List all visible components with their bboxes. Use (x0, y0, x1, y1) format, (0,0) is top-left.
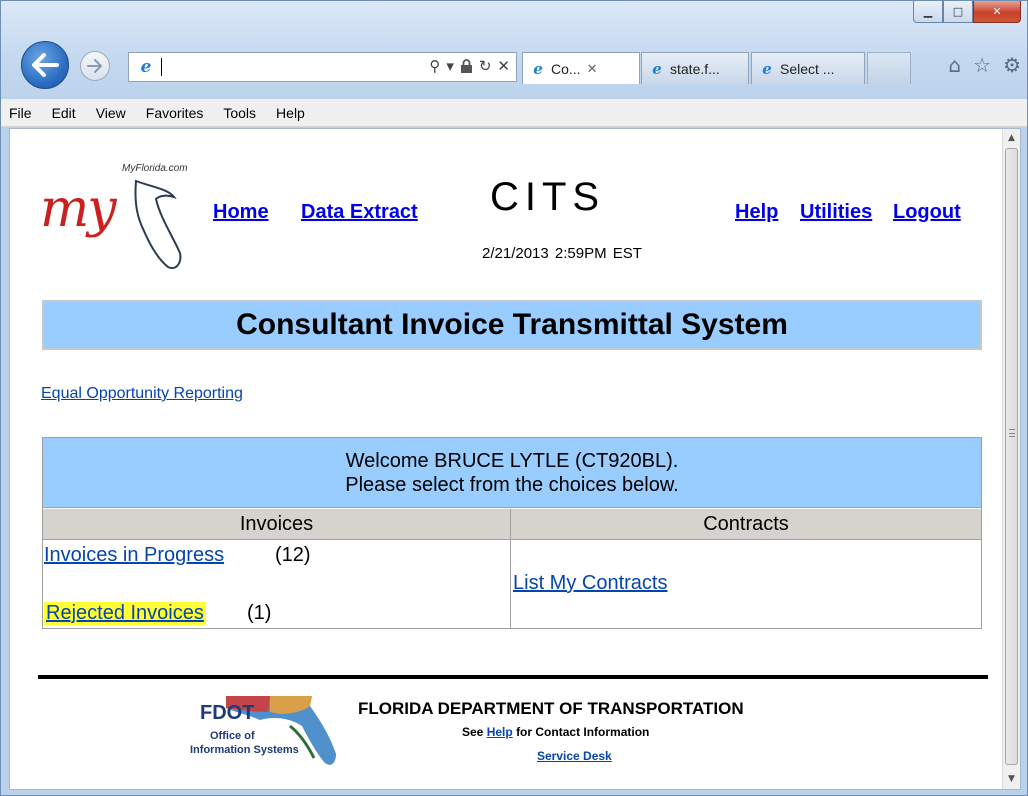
new-tab-button[interactable] (867, 52, 911, 84)
myflorida-logo[interactable]: MyFlorida.com my (40, 159, 190, 277)
lock-icon[interactable] (460, 59, 473, 73)
fdot-logo-line2: Information Systems (190, 744, 299, 756)
page-viewport: MyFlorida.com my Home Data Extract CITS … (9, 128, 1021, 790)
title-bar: ▁ □ ✕ e ⚲ ▾ ↻ ✕ e Co... ✕ e state.f... e… (1, 1, 1027, 99)
fdot-logo[interactable]: FDOT Office of Information Systems (190, 692, 342, 770)
back-button[interactable] (21, 41, 69, 89)
favorites-star-icon[interactable]: ☆ (973, 53, 991, 77)
minimize-button[interactable]: ▁ (913, 1, 943, 23)
welcome-text: Welcome BRUCE LYTLE (CT920BL). (345, 449, 679, 472)
menu-tools[interactable]: Tools (223, 105, 256, 121)
ie-tab-icon: e (652, 59, 662, 78)
tab-select[interactable]: e Select ... (751, 52, 865, 84)
footer-divider (38, 675, 988, 679)
see-prefix: See (462, 725, 484, 739)
cits-page: MyFlorida.com my Home Data Extract CITS … (10, 129, 1004, 789)
back-arrow-icon (32, 53, 59, 77)
service-desk-link[interactable]: Service Desk (537, 749, 612, 763)
vertical-scrollbar[interactable]: ▲ ▼ (1002, 129, 1020, 789)
settings-gear-icon[interactable]: ⚙ (1003, 53, 1021, 77)
current-datetime: 2/21/2013 2:59PM EST (482, 245, 642, 262)
scroll-up-icon[interactable]: ▲ (1003, 129, 1020, 146)
app-title: CITS (490, 175, 606, 219)
ie-tab-icon: e (762, 59, 772, 78)
logo-text: my (40, 179, 117, 239)
invoices-in-progress-count: (12) (275, 544, 311, 566)
equal-opportunity-link[interactable]: Equal Opportunity Reporting (41, 385, 243, 403)
contact-info: See Help for Contact Information (462, 725, 649, 739)
logout-link[interactable]: Logout (893, 201, 961, 224)
forward-button[interactable] (80, 51, 110, 81)
address-bar[interactable]: e ⚲ ▾ ↻ ✕ (128, 52, 517, 82)
menu-favorites[interactable]: Favorites (146, 105, 204, 121)
column-divider (510, 509, 511, 628)
instructions-text: Please select from the choices below. (345, 473, 679, 496)
tab-label: Select ... (780, 60, 835, 77)
fdot-logo-line1: Office of (210, 730, 255, 742)
utilities-link[interactable]: Utilities (800, 201, 872, 224)
rejected-invoices-link[interactable]: Rejected Invoices (44, 602, 206, 625)
tab-state[interactable]: e state.f... (641, 52, 749, 84)
invoices-header: Invoices (43, 509, 510, 540)
menu-view[interactable]: View (96, 105, 126, 121)
fdot-logo-text: FDOT (200, 702, 255, 724)
ie-page-icon: e (140, 57, 152, 77)
search-icon[interactable]: ⚲ (429, 57, 440, 75)
forward-arrow-icon (87, 59, 103, 73)
contracts-header: Contracts (511, 509, 981, 540)
footer-help-link[interactable]: Help (487, 725, 513, 739)
page-banner: Consultant Invoice Transmittal System (42, 300, 982, 350)
tab-label: Co... (551, 60, 581, 77)
see-suffix: for Contact Information (516, 725, 650, 739)
menu-bar: File Edit View Favorites Tools Help (1, 99, 1027, 127)
menu-file[interactable]: File (9, 105, 32, 121)
address-tools: ⚲ ▾ ↻ ✕ (429, 57, 510, 75)
dropdown-icon[interactable]: ▾ (446, 57, 454, 75)
stop-icon[interactable]: ✕ (497, 57, 510, 75)
menu-help[interactable]: Help (276, 105, 305, 121)
home-link[interactable]: Home (213, 201, 269, 224)
tab-close-icon[interactable]: ✕ (587, 61, 598, 77)
scroll-down-icon[interactable]: ▼ (1003, 770, 1020, 787)
menu-edit[interactable]: Edit (52, 105, 76, 121)
scroll-grip-icon (1009, 429, 1015, 437)
scroll-thumb[interactable] (1005, 148, 1018, 765)
choices-table: Welcome BRUCE LYTLE (CT920BL). Please se… (42, 437, 982, 629)
welcome-row: Welcome BRUCE LYTLE (CT920BL). Please se… (43, 438, 981, 508)
refresh-icon[interactable]: ↻ (479, 57, 492, 75)
maximize-button[interactable]: □ (943, 1, 973, 23)
invoices-in-progress-link[interactable]: Invoices in Progress (44, 544, 224, 567)
tab-cits[interactable]: e Co... ✕ (522, 52, 640, 84)
browser-toolbar: ⌂ ☆ ⚙ (948, 53, 1021, 77)
text-caret (161, 58, 162, 76)
department-name: FLORIDA DEPARTMENT OF TRANSPORTATION (358, 699, 744, 718)
close-window-button[interactable]: ✕ (973, 1, 1021, 23)
rejected-invoices-count: (1) (247, 602, 272, 624)
window-controls: ▁ □ ✕ (913, 1, 1021, 23)
list-my-contracts-link[interactable]: List My Contracts (513, 572, 667, 595)
ie-tab-icon: e (533, 59, 543, 78)
data-extract-link[interactable]: Data Extract (301, 201, 418, 224)
tab-label: state.f... (670, 60, 720, 77)
banner-title: Consultant Invoice Transmittal System (236, 308, 788, 341)
browser-window: ▁ □ ✕ e ⚲ ▾ ↻ ✕ e Co... ✕ e state.f... e… (0, 0, 1028, 796)
home-icon[interactable]: ⌂ (948, 53, 961, 77)
help-link[interactable]: Help (735, 201, 778, 224)
